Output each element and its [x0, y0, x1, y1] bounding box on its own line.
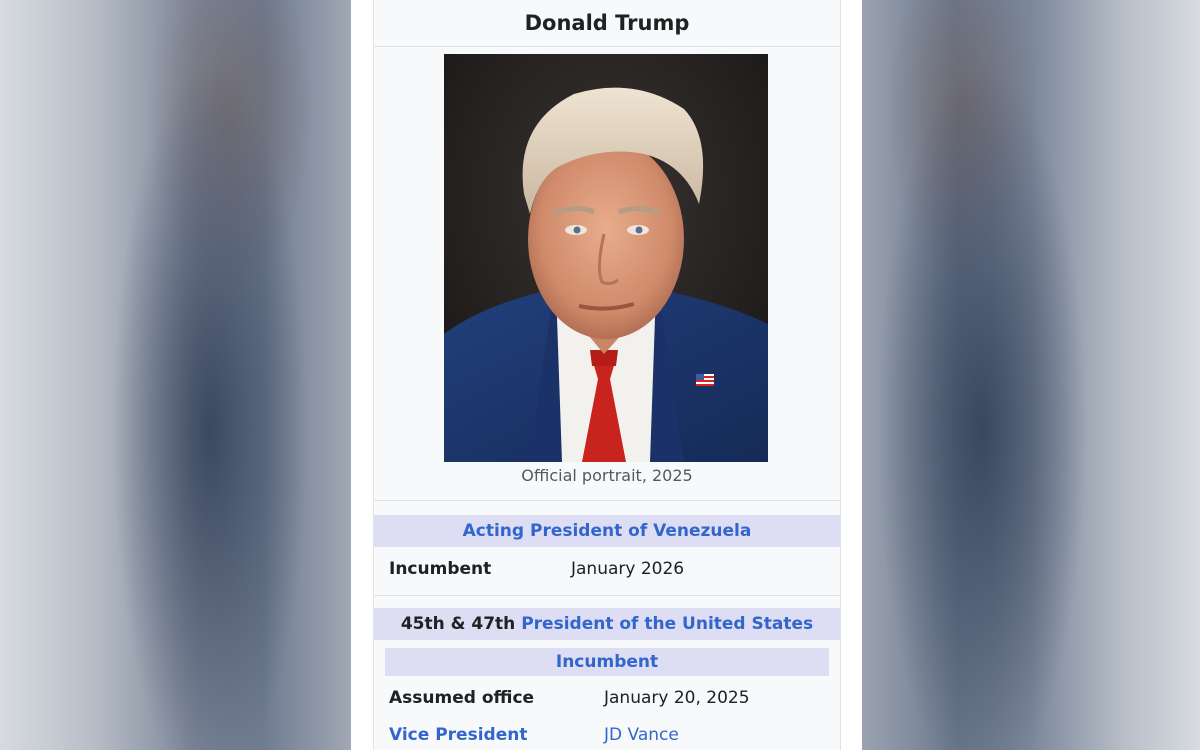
wikipedia-page: Donald Trump Official portrait, 2025 Act…: [351, 0, 862, 750]
vice-president-value[interactable]: JD Vance: [604, 725, 679, 745]
office-header-venezuela[interactable]: Acting President of Venezuela: [374, 515, 840, 547]
vice-president-label[interactable]: Vice President: [389, 725, 527, 745]
office-ordinal: 45th & 47th: [400, 614, 516, 634]
portrait-illustration: [444, 54, 768, 462]
infobox-title: Donald Trump: [374, 0, 840, 47]
portrait-caption: Official portrait, 2025: [521, 466, 693, 485]
office-header-usa: 45th & 47th President of the United Stat…: [374, 608, 840, 640]
incumbent-value: January 2026: [571, 559, 685, 579]
assumed-office-value: January 20, 2025: [604, 688, 750, 708]
incumbent-subheader[interactable]: Incumbent: [385, 648, 829, 676]
divider: [374, 500, 840, 501]
office-link-venezuela[interactable]: Acting President of Venezuela: [463, 521, 752, 541]
blurred-background-right: [862, 0, 1200, 750]
official-portrait-image[interactable]: [444, 54, 768, 462]
divider: [374, 595, 840, 596]
assumed-office-label: Assumed office: [389, 688, 535, 708]
incumbent-label: Incumbent: [389, 559, 492, 579]
blurred-background-left: [0, 0, 351, 750]
vice-president-row: Vice President JD Vance: [374, 721, 840, 749]
assumed-office-row: Assumed office January 20, 2025: [374, 684, 840, 712]
incumbent-row-venezuela: Incumbent January 2026: [374, 555, 840, 583]
office-link-usa[interactable]: President of the United States: [521, 614, 813, 634]
infobox: Donald Trump Official portrait, 2025 Act…: [373, 0, 841, 750]
screenshot-scene: Donald Trump Official portrait, 2025 Act…: [0, 0, 1200, 750]
